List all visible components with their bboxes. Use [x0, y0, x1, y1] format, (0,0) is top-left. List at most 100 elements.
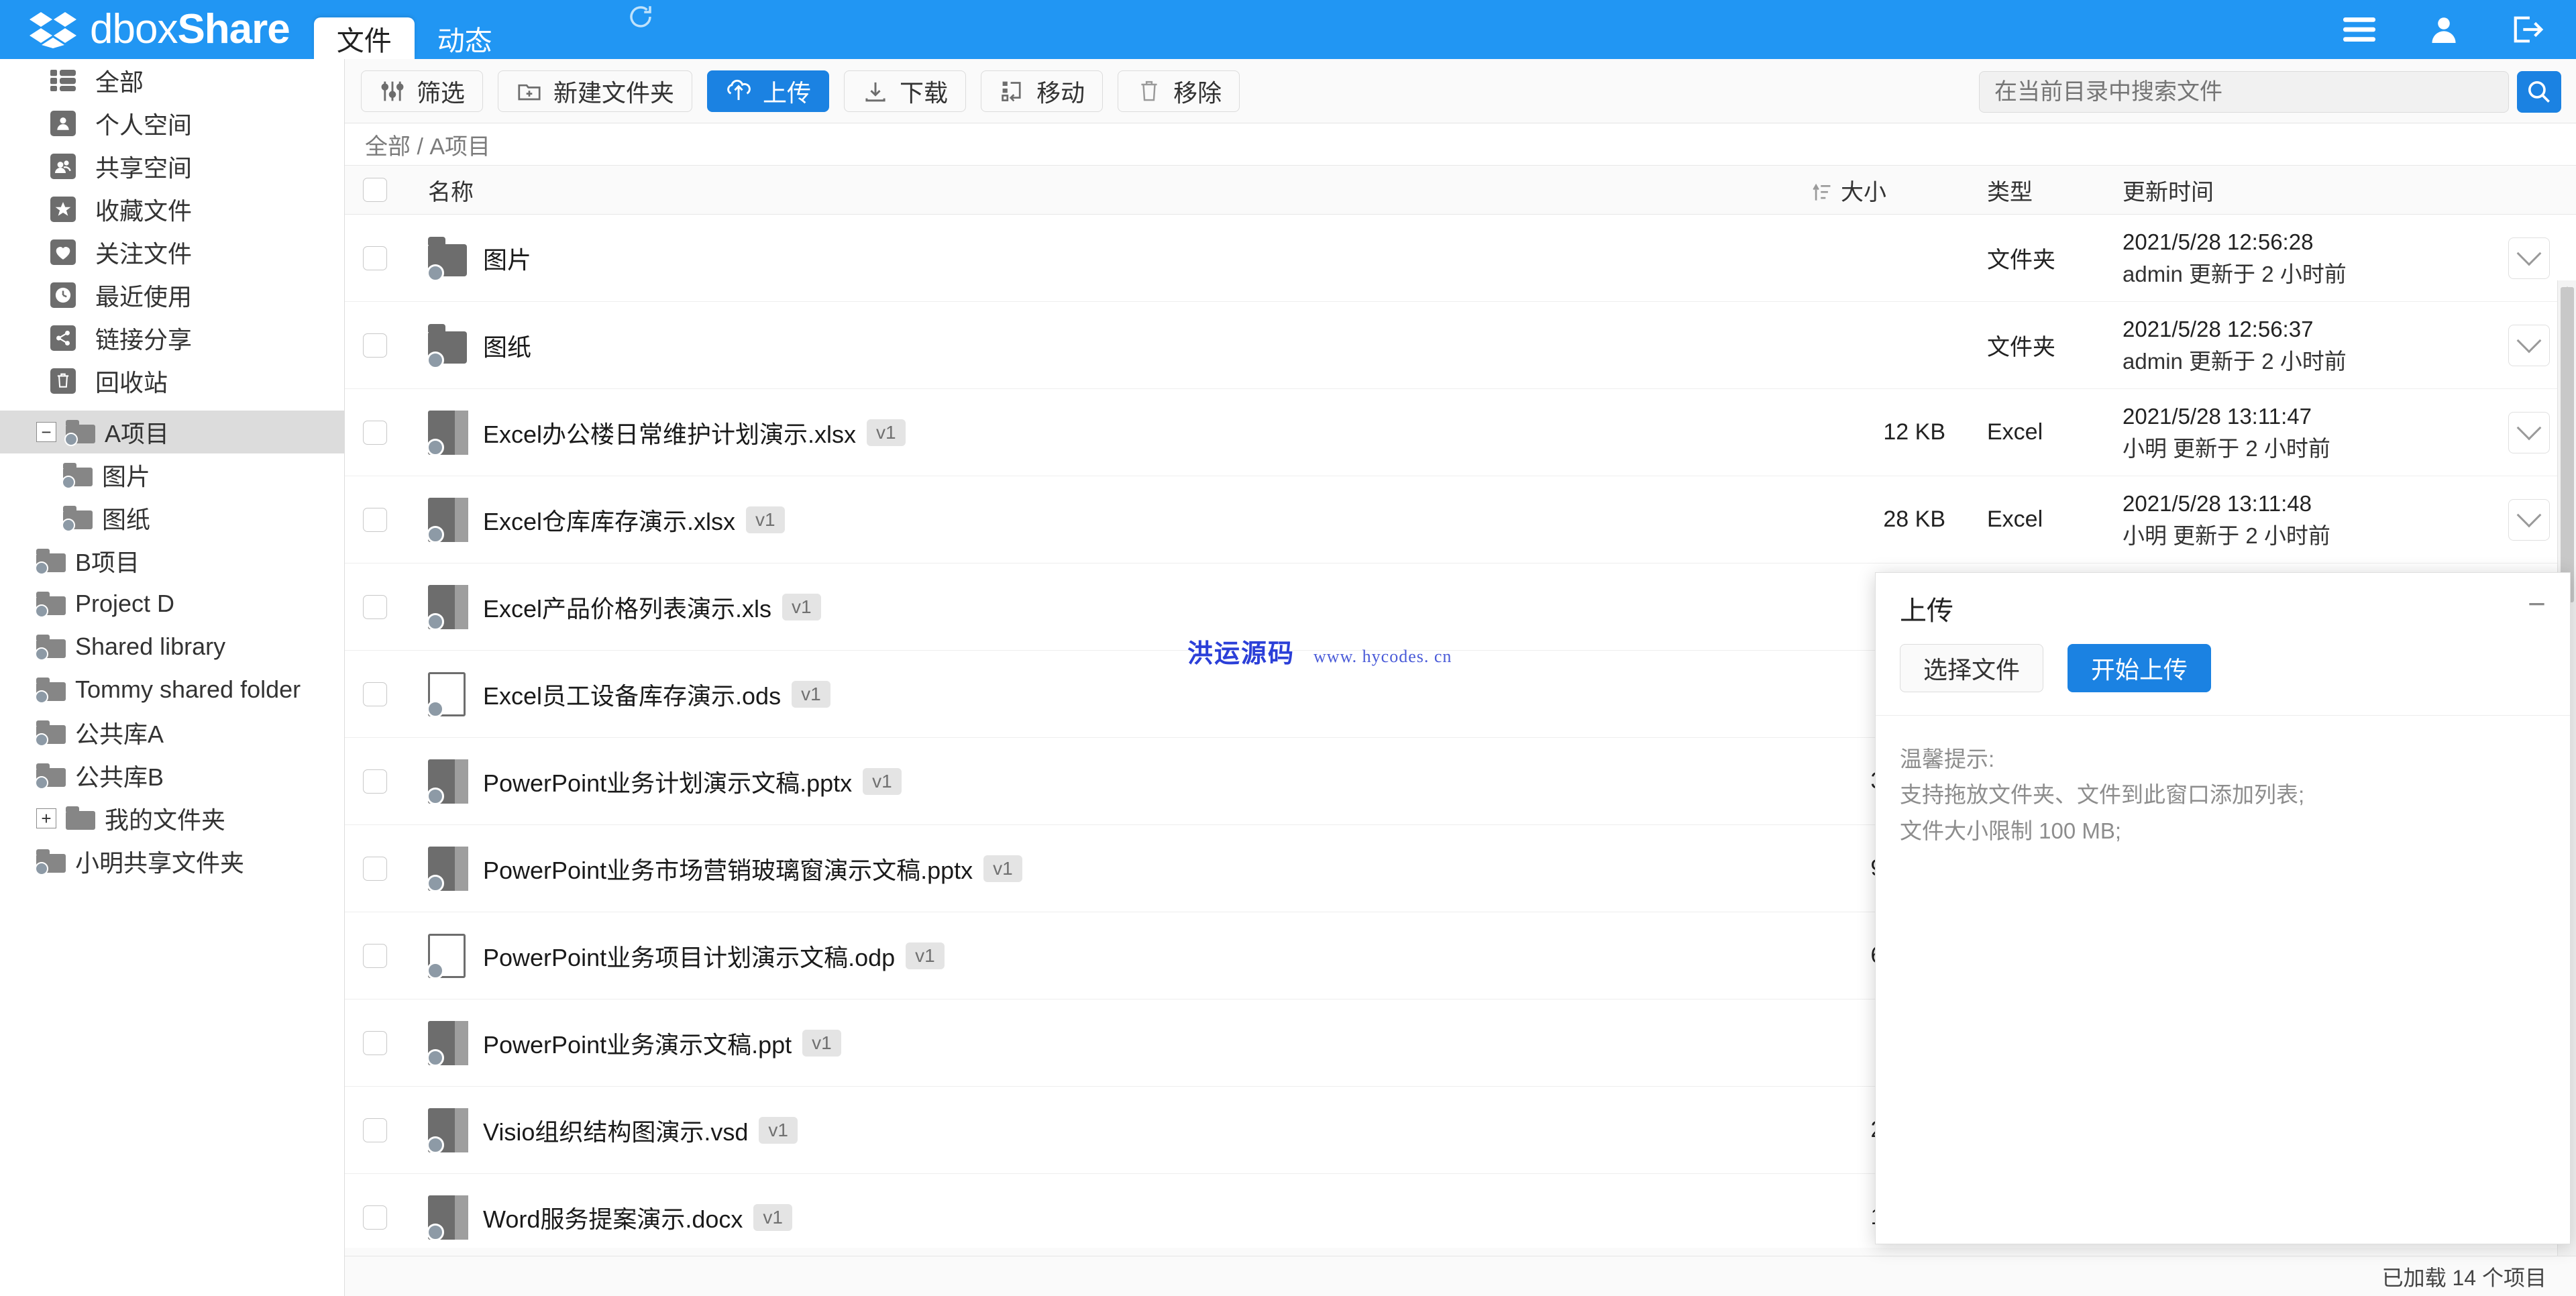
- file-name[interactable]: PowerPoint业务计划演示文稿.pptx: [483, 764, 852, 799]
- header-size[interactable]: 大小: [1811, 174, 1972, 207]
- table-row[interactable]: Excel仓库库存演示.xlsx v1 28 KB Excel 2021/5/2…: [345, 476, 2576, 563]
- folder-icon: [66, 806, 95, 830]
- sidebar-item-link-share[interactable]: 链接分享: [0, 317, 344, 360]
- row-expand-button[interactable]: [2508, 324, 2550, 366]
- odp-file-icon: [427, 933, 468, 979]
- header-type[interactable]: 类型: [1972, 174, 2106, 207]
- user-icon[interactable]: [2426, 11, 2462, 48]
- new-folder-button[interactable]: 新建文件夹: [498, 70, 693, 112]
- row-time: 2021/5/28 12:56:37 admin 更新于 2 小时前: [2106, 313, 2482, 378]
- start-upload-button[interactable]: 开始上传: [2068, 644, 2212, 692]
- collapse-toggle-icon[interactable]: −: [36, 422, 56, 442]
- header-time[interactable]: 更新时间: [2106, 174, 2482, 207]
- search-input[interactable]: [1979, 71, 2509, 113]
- scrollbar-thumb[interactable]: [2561, 287, 2574, 602]
- minimize-icon[interactable]: −: [2528, 588, 2546, 621]
- tree-item-label: Project D: [75, 590, 175, 617]
- row-expand-button[interactable]: [2508, 498, 2550, 541]
- remove-button[interactable]: 移除: [1118, 70, 1240, 112]
- upload-icon: [725, 78, 752, 105]
- row-checkbox[interactable]: [345, 1030, 405, 1055]
- row-name-cell: 图片: [405, 236, 1811, 282]
- tree-item-project-d[interactable]: Project D: [0, 582, 344, 625]
- file-name[interactable]: Excel办公楼日常维护计划演示.xlsx: [483, 415, 856, 450]
- row-actions: [2482, 237, 2576, 279]
- select-all-checkbox[interactable]: [345, 178, 405, 202]
- sidebar-item-label: 共享空间: [95, 154, 193, 182]
- refresh-icon[interactable]: [627, 3, 655, 31]
- dialog-header: 上传 −: [1876, 573, 2570, 644]
- tab-files[interactable]: 文件: [313, 17, 415, 59]
- row-checkbox[interactable]: [345, 1205, 405, 1230]
- move-button[interactable]: 移动: [981, 70, 1104, 112]
- tree-item-shared-library[interactable]: Shared library: [0, 625, 344, 668]
- file-name[interactable]: Excel仓库库存演示.xlsx: [483, 502, 735, 537]
- star-icon: [50, 196, 76, 223]
- hamburger-menu-icon[interactable]: [2341, 11, 2377, 48]
- tree-item-public-library-a[interactable]: 公共库A: [0, 711, 344, 754]
- row-checkbox[interactable]: [345, 420, 405, 445]
- top-tabs: 文件 动态: [313, 0, 651, 59]
- file-name[interactable]: PowerPoint业务演示文稿.ppt: [483, 1026, 792, 1061]
- brand-name-bold: Share: [177, 6, 290, 52]
- clock-icon: [50, 282, 76, 309]
- row-checkbox[interactable]: [345, 333, 405, 358]
- tree-item-drawings[interactable]: 图纸: [0, 496, 344, 539]
- row-checkbox[interactable]: [345, 507, 405, 532]
- file-name[interactable]: PowerPoint业务市场营销玻璃窗演示文稿.pptx: [483, 851, 973, 886]
- table-row[interactable]: 图纸 文件夹 2021/5/28 12:56:37 admin 更新于 2 小时…: [345, 302, 2576, 389]
- tree-item-tommy-shared-folder[interactable]: Tommy shared folder: [0, 668, 344, 711]
- row-time: 2021/5/28 12:56:28 admin 更新于 2 小时前: [2106, 226, 2482, 290]
- row-checkbox[interactable]: [345, 769, 405, 794]
- breadcrumb[interactable]: 全部 / A项目: [345, 123, 2576, 165]
- file-name[interactable]: Excel产品价格列表演示.xls: [483, 590, 771, 625]
- search-button[interactable]: [2517, 71, 2561, 113]
- tree-item-public-library-b[interactable]: 公共库B: [0, 754, 344, 797]
- tree-item-my-folder[interactable]: + 我的文件夹: [0, 797, 344, 840]
- tree-item-a-project[interactable]: − A项目: [0, 411, 344, 453]
- row-checkbox[interactable]: [345, 682, 405, 706]
- header-name[interactable]: 名称: [405, 174, 1811, 207]
- file-name[interactable]: Excel员工设备库存演示.ods: [483, 677, 781, 712]
- filter-button[interactable]: 筛选: [361, 70, 484, 112]
- sidebar-item-following[interactable]: 关注文件: [0, 231, 344, 274]
- expand-toggle-icon[interactable]: +: [36, 808, 56, 828]
- sidebar-item-recent[interactable]: 最近使用: [0, 274, 344, 317]
- tab-activity-label: 动态: [437, 25, 492, 56]
- upload-button[interactable]: 上传: [707, 70, 830, 112]
- tab-activity[interactable]: 动态: [415, 17, 515, 59]
- item-count-label: 已加载 14 个项目: [2381, 1265, 2546, 1290]
- row-expand-button[interactable]: [2508, 237, 2550, 279]
- sidebar-item-personal-space[interactable]: 个人空间: [0, 102, 344, 145]
- sidebar-item-label: 个人空间: [95, 111, 193, 139]
- file-name[interactable]: 图纸: [483, 328, 531, 363]
- row-checkbox[interactable]: [345, 943, 405, 968]
- row-expand-button[interactable]: [2508, 411, 2550, 453]
- status-bar: 已加载 14 个项目: [345, 1256, 2576, 1296]
- file-name[interactable]: PowerPoint业务项目计划演示文稿.odp: [483, 938, 895, 973]
- sidebar-item-shared-space[interactable]: 共享空间: [0, 145, 344, 188]
- row-checkbox[interactable]: [345, 594, 405, 619]
- sidebar-item-favorites[interactable]: 收藏文件: [0, 188, 344, 231]
- tree-item-pictures[interactable]: 图片: [0, 453, 344, 496]
- tree-item-label: 公共库B: [75, 763, 164, 791]
- table-row[interactable]: 图片 文件夹 2021/5/28 12:56:28 admin 更新于 2 小时…: [345, 215, 2576, 302]
- sidebar-item-all[interactable]: 全部: [0, 59, 344, 102]
- row-checkbox[interactable]: [345, 246, 405, 270]
- logout-icon[interactable]: [2510, 11, 2546, 48]
- choose-file-button[interactable]: 选择文件: [1900, 644, 2044, 692]
- row-checkbox[interactable]: [345, 1118, 405, 1142]
- file-name[interactable]: Visio组织结构图演示.vsd: [483, 1113, 748, 1148]
- row-name-cell: PowerPoint业务项目计划演示文稿.odp v1: [405, 933, 1811, 979]
- row-checkbox[interactable]: [345, 856, 405, 881]
- file-name[interactable]: 图片: [483, 241, 531, 276]
- tree-item-b-project[interactable]: B项目: [0, 539, 344, 582]
- tree-item-xiaoming-shared-folder[interactable]: 小明共享文件夹: [0, 840, 344, 883]
- sort-icon[interactable]: [1811, 182, 1834, 205]
- file-name[interactable]: Word服务提案演示.docx: [483, 1200, 743, 1235]
- table-header: 名称 大小 类型 更新时间: [345, 165, 2576, 215]
- row-name-cell: Excel员工设备库存演示.ods v1: [405, 671, 1811, 718]
- table-row[interactable]: Excel办公楼日常维护计划演示.xlsx v1 12 KB Excel 202…: [345, 389, 2576, 476]
- download-button[interactable]: 下载: [844, 70, 967, 112]
- sidebar-item-recycle-bin[interactable]: 回收站: [0, 360, 344, 402]
